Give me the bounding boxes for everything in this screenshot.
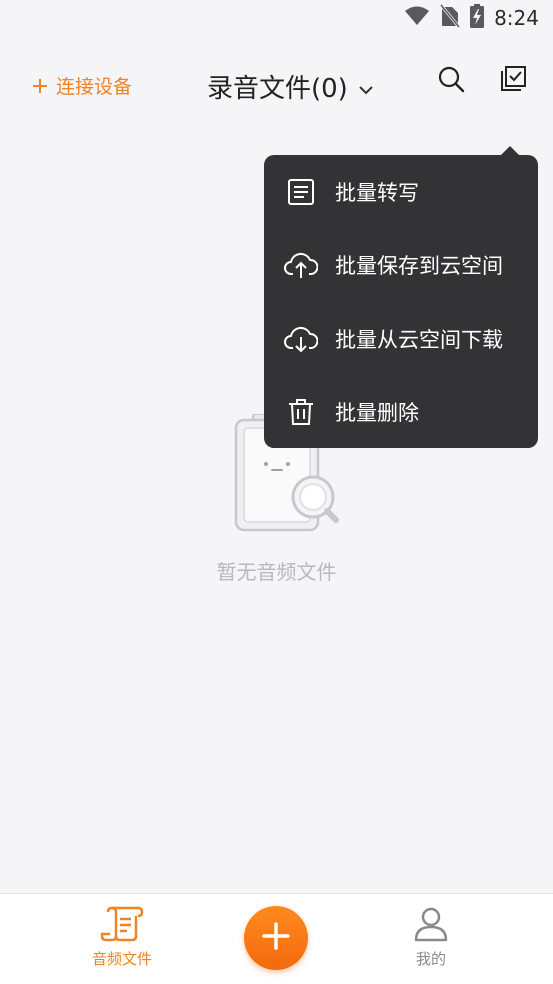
nav-label-audio-files: 音频文件 [91,950,152,968]
multi-select-button[interactable] [498,66,528,96]
person-icon [413,907,449,946]
status-icons: 8:24 [404,0,539,36]
menu-item-batch-delete[interactable]: 批量删除 [264,375,538,449]
plus-icon [261,921,291,955]
cloud-upload-icon [284,248,318,282]
connect-device-label: 连接设备 [56,76,133,98]
nav-item-mine[interactable]: 我的 [381,906,481,969]
menu-item-label: 批量保存到云空间 [335,254,503,278]
battery-charging-icon [470,4,485,32]
title-dropdown[interactable]: 录音文件(0) [207,68,374,105]
search-icon [437,65,465,97]
status-bar: 8:24 [0,0,553,36]
document-lines-icon [284,175,318,209]
add-recording-button[interactable] [244,906,308,970]
menu-item-label: 批量转写 [335,181,419,205]
connect-device-button[interactable]: 连接设备 [32,72,132,99]
trash-icon [284,395,318,429]
menu-item-label: 批量删除 [335,401,419,425]
nav-label-mine: 我的 [415,950,446,968]
plus-icon [32,74,48,98]
menu-item-label: 批量从云空间下载 [335,328,503,352]
nav-item-audio-files[interactable]: 音频文件 [72,906,172,969]
batch-actions-menu: 批量转写 批量保存到云空间 批量从云空间下载 批量删除 [264,155,538,448]
no-sim-icon [439,4,461,32]
audio-file-icon [100,906,144,946]
wifi-icon [404,5,430,31]
bottom-nav: 音频文件 我的 [0,893,553,984]
status-time: 8:24 [494,6,539,30]
menu-item-batch-download-cloud[interactable]: 批量从云空间下载 [264,302,538,376]
cloud-download-icon [284,322,318,356]
top-header: 连接设备 录音文件(0) [0,36,553,136]
empty-state-text: 暂无音频文件 [216,560,337,584]
chevron-down-icon [358,72,374,102]
page-title: 录音文件(0) [207,74,348,104]
search-button[interactable] [436,66,466,96]
menu-item-batch-transcribe[interactable]: 批量转写 [264,155,538,229]
menu-item-batch-save-cloud[interactable]: 批量保存到云空间 [264,228,538,302]
multi-select-icon [499,65,527,97]
